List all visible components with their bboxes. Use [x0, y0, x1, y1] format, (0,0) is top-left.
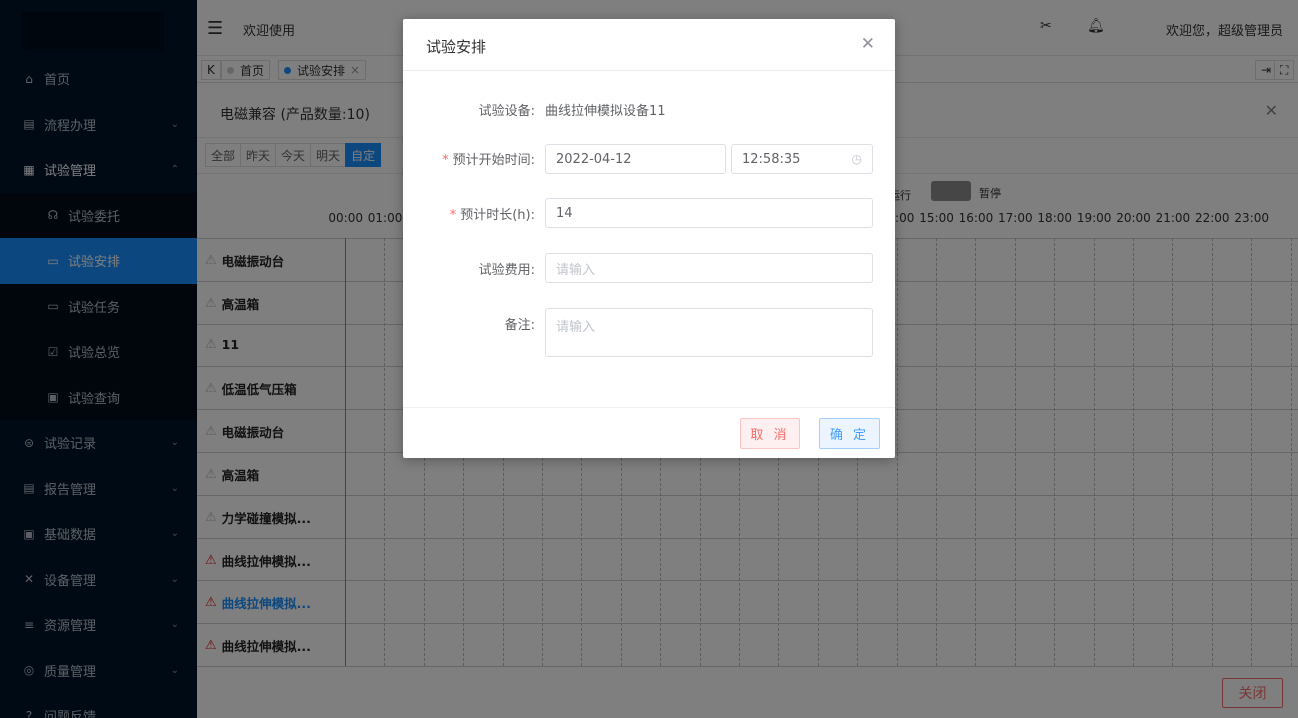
divider: [403, 407, 895, 408]
clock-icon: ◷: [851, 152, 862, 166]
start-time-input[interactable]: 12:58:35 ◷: [731, 144, 873, 174]
fee-label: 试验费用:: [478, 263, 535, 278]
close-icon[interactable]: ✕: [861, 34, 875, 54]
arrange-dialog: 试验安排 ✕ 试验设备: 曲线拉伸模拟设备11 * 预计开始时间: 2022-04…: [403, 19, 895, 458]
device-label: 试验设备:: [478, 104, 535, 119]
required-mark: *: [449, 208, 457, 223]
divider: [403, 70, 895, 71]
start-time-label: * 预计开始时间:: [442, 149, 535, 168]
dialog-title: 试验安排: [426, 38, 487, 56]
cancel-button[interactable]: 取 消: [740, 418, 800, 449]
remark-textarea[interactable]: 请输入: [545, 308, 873, 357]
fee-input[interactable]: 请输入: [545, 253, 873, 283]
label-text: 预计开始时间:: [452, 153, 535, 168]
time-value: 12:58:35: [742, 151, 801, 167]
start-date-input[interactable]: 2022-04-12: [545, 144, 726, 174]
device-value: 曲线拉伸模拟设备11: [545, 104, 666, 119]
required-mark: *: [442, 153, 449, 168]
confirm-button[interactable]: 确 定: [819, 418, 880, 449]
label-text: 预计时长(h):: [460, 208, 535, 223]
duration-label: * 预计时长(h):: [450, 204, 535, 223]
remark-label: 备注:: [504, 318, 535, 333]
duration-input[interactable]: 14: [545, 198, 873, 228]
